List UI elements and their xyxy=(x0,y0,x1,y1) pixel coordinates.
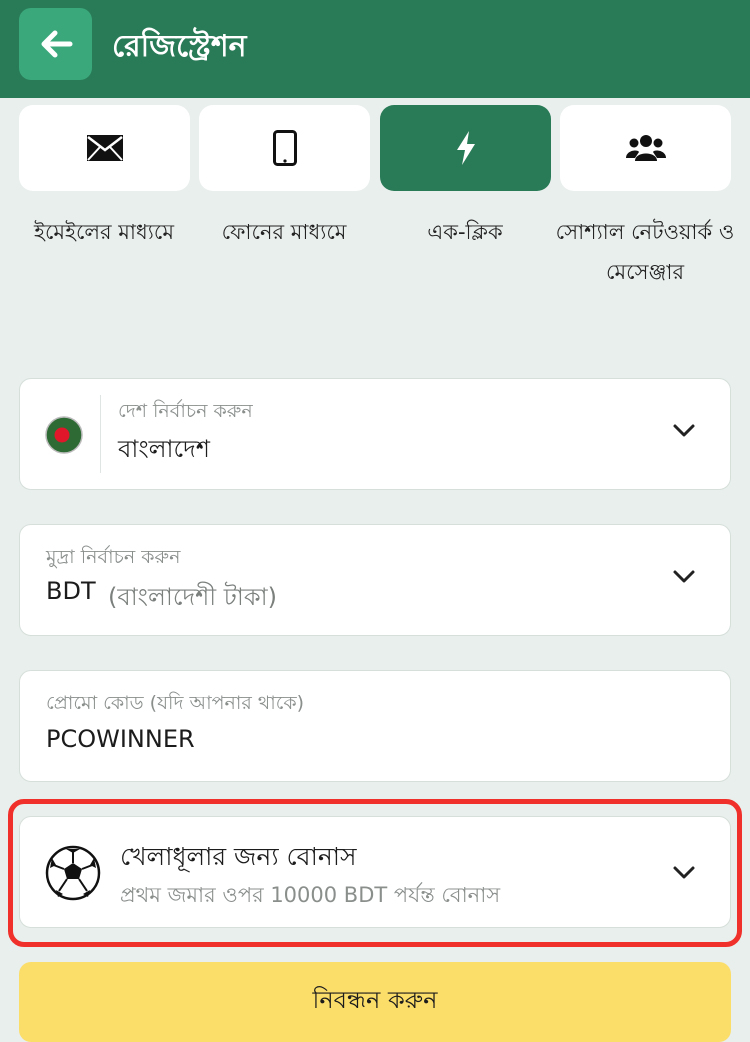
tab-one-click[interactable] xyxy=(380,105,551,191)
country-select[interactable]: দেশ নির্বাচন করুন বাংলাদেশ xyxy=(19,378,731,490)
register-button-label: নিবন্ধন করুন xyxy=(312,986,438,1014)
currency-select-label: মুদ্রা নির্বাচন করুন xyxy=(46,546,181,568)
lightning-icon xyxy=(456,131,475,165)
promo-code-value: PCOWINNER xyxy=(46,725,195,753)
register-button[interactable]: নিবন্ধন করুন xyxy=(19,962,731,1042)
app-header: রেজিস্ট্রেশন xyxy=(0,0,750,98)
chevron-down-icon xyxy=(673,570,695,583)
country-select-label: দেশ নির্বাচন করুন xyxy=(118,400,253,422)
chevron-down-icon xyxy=(673,424,695,437)
currency-code: BDT xyxy=(46,577,96,605)
promo-code-field[interactable]: প্রোমো কোড (যদি আপনার থাকে) PCOWINNER xyxy=(19,670,731,782)
promo-code-label: প্রোমো কোড (যদি আপনার থাকে) xyxy=(46,692,305,714)
back-button[interactable] xyxy=(19,8,92,80)
currency-select[interactable]: মুদ্রা নির্বাচন করুন BDT (বাংলাদেশী টাকা… xyxy=(19,524,731,636)
envelope-icon xyxy=(86,135,123,161)
currency-name: (বাংলাদেশী টাকা) xyxy=(108,583,277,611)
arrow-left-icon xyxy=(41,30,72,58)
tab-email[interactable] xyxy=(19,105,190,191)
users-icon xyxy=(625,135,666,161)
tab-phone-label: ফোনের মাধ্যমে xyxy=(221,220,347,244)
page-title: রেজিস্ট্রেশন xyxy=(112,29,247,64)
tab-phone[interactable] xyxy=(199,105,370,191)
tab-social[interactable] xyxy=(560,105,731,191)
divider xyxy=(100,395,101,473)
tab-one-click-label: এক-ক্লিক xyxy=(427,220,503,244)
phone-icon xyxy=(272,130,297,166)
highlight-outline xyxy=(8,799,742,947)
country-value: বাংলাদেশ xyxy=(118,435,210,463)
tab-email-label: ইমেইলের মাধ্যমে xyxy=(34,220,174,244)
bangladesh-flag-icon xyxy=(45,416,83,454)
tab-social-label: সোশ্যাল নেটওয়ার্ক ও মেসেঞ্জার xyxy=(555,220,735,284)
